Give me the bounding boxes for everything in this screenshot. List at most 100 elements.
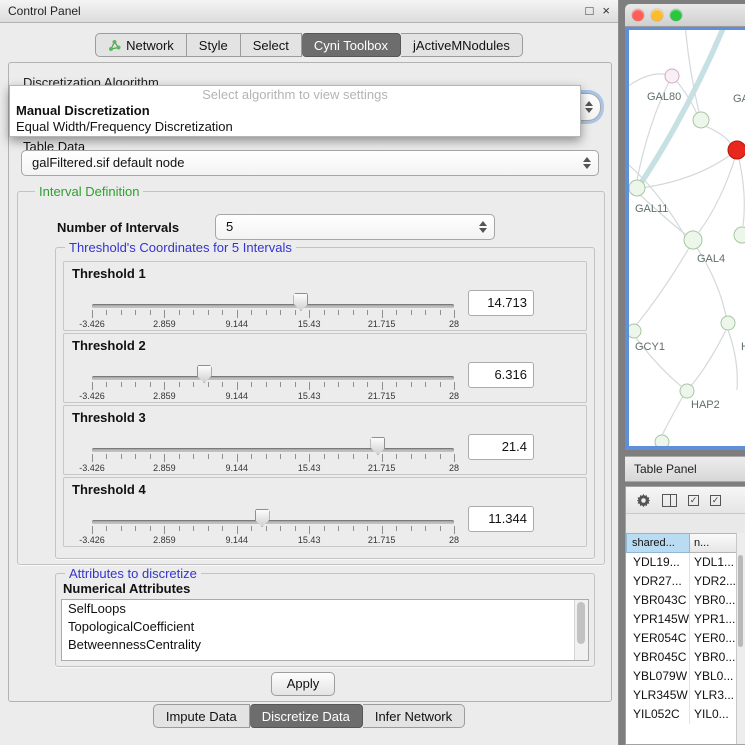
- table-cell-name[interactable]: YBR0...: [690, 591, 737, 610]
- table-cell-shared-name[interactable]: YIL052C: [626, 705, 690, 724]
- slider-thumb[interactable]: [197, 365, 212, 383]
- table-cell-shared-name[interactable]: YDR27...: [626, 572, 690, 591]
- slider-thumb[interactable]: [370, 437, 385, 455]
- table-row[interactable]: YIL052C YIL0...: [626, 705, 737, 724]
- column-visibility-icon[interactable]: [662, 494, 677, 507]
- table-row[interactable]: YBR043C YBR0...: [626, 591, 737, 610]
- table-scrollbar[interactable]: [736, 533, 745, 744]
- network-node[interactable]: [721, 316, 735, 330]
- tab-select[interactable]: Select: [241, 33, 302, 57]
- algorithm-dropdown-list: Select algorithm to view settings Manual…: [9, 85, 581, 137]
- table-data-combobox[interactable]: galFiltered.sif default node: [21, 150, 599, 176]
- threshold-slider[interactable]: -3.4262.8599.14415.4321.71528: [92, 506, 454, 546]
- attribute-item-betweennesscentrality[interactable]: BetweennessCentrality: [62, 636, 588, 654]
- select-checkbox-icon[interactable]: ✓: [710, 495, 721, 506]
- column-header-shared-name[interactable]: shared...: [626, 533, 690, 553]
- tab-discretize-data[interactable]: Discretize Data: [250, 704, 363, 728]
- threshold-value-field[interactable]: 11.344: [468, 506, 534, 532]
- table-cell-name[interactable]: YER0...: [690, 629, 737, 648]
- slider-tick-label: 21.715: [368, 535, 396, 545]
- table-row[interactable]: YER054C YER0...: [626, 629, 737, 648]
- attribute-item-topologicalcoefficient[interactable]: TopologicalCoefficient: [62, 618, 588, 636]
- table-row[interactable]: YBR045C YBR0...: [626, 648, 737, 667]
- table-cell-name[interactable]: YDL1...: [690, 553, 737, 572]
- slider-track[interactable]: [92, 448, 454, 452]
- thresholds-group-title: Threshold's Coordinates for 5 Intervals: [65, 240, 296, 255]
- slider-track[interactable]: [92, 376, 454, 380]
- threshold-value-field[interactable]: 14.713: [468, 290, 534, 316]
- tab-infer-network[interactable]: Infer Network: [363, 704, 465, 728]
- network-node[interactable]: [684, 231, 702, 249]
- threshold-group: Threshold 4 -3.4262.8599.14415.4321.7152…: [63, 477, 587, 547]
- network-node[interactable]: [629, 324, 641, 338]
- threshold-value-field[interactable]: 6.316: [468, 362, 534, 388]
- select-checkbox-icon[interactable]: ✓: [688, 495, 699, 506]
- network-node[interactable]: [665, 69, 679, 83]
- table-cell-name[interactable]: YIL0...: [690, 705, 737, 724]
- slider-scale-labels: -3.4262.8599.14415.4321.71528: [92, 535, 454, 546]
- network-node[interactable]: [734, 227, 745, 243]
- minimize-button[interactable]: [651, 9, 663, 21]
- table-cell-shared-name[interactable]: YBR043C: [626, 591, 690, 610]
- slider-tick: [92, 310, 93, 318]
- slider-thumb[interactable]: [293, 293, 308, 311]
- table-cell-shared-name[interactable]: YBL079W: [626, 667, 690, 686]
- float-window-button[interactable]: □: [586, 4, 594, 18]
- network-canvas[interactable]: GAL80GAL8GAL11GAL4GCY1HHAP2: [629, 30, 745, 446]
- network-node[interactable]: [693, 112, 709, 128]
- tab-network[interactable]: Network: [95, 33, 187, 57]
- tab-jactivemnodules[interactable]: jActiveMNodules: [401, 33, 523, 57]
- threshold-slider[interactable]: -3.4262.8599.14415.4321.71528: [92, 434, 454, 474]
- table-row[interactable]: YDR27... YDR2...: [626, 572, 737, 591]
- network-node[interactable]: [728, 141, 745, 159]
- slider-tick: [193, 526, 194, 531]
- attributes-scrollbar-thumb[interactable]: [577, 602, 585, 644]
- algorithm-option-equal-width-frequency-discretization[interactable]: Equal Width/Frequency Discretization: [10, 119, 580, 135]
- tab-style[interactable]: Style: [187, 33, 241, 57]
- number-of-intervals-combobox[interactable]: 5: [215, 214, 495, 240]
- attributes-scrollbar[interactable]: [574, 600, 588, 660]
- threshold-slider[interactable]: -3.4262.8599.14415.4321.71528: [92, 362, 454, 402]
- settings-gear-icon[interactable]: [636, 493, 651, 508]
- apply-button[interactable]: Apply: [271, 672, 335, 696]
- slider-thumb[interactable]: [255, 509, 270, 527]
- threshold-slider[interactable]: -3.4262.8599.14415.4321.71528: [92, 290, 454, 330]
- slider-tick: [309, 310, 310, 318]
- slider-tick: [382, 382, 383, 390]
- slider-tick: [150, 382, 151, 387]
- tab-impute-data[interactable]: Impute Data: [153, 704, 250, 728]
- attribute-item-selfloops[interactable]: SelfLoops: [62, 600, 588, 618]
- network-edge: [739, 159, 744, 226]
- table-cell-shared-name[interactable]: YPR145W: [626, 610, 690, 629]
- table-row[interactable]: YPR145W YPR1...: [626, 610, 737, 629]
- algorithm-option-manual-discretization[interactable]: Manual Discretization: [10, 103, 580, 119]
- slider-track[interactable]: [92, 304, 454, 308]
- table-cell-shared-name[interactable]: YER054C: [626, 629, 690, 648]
- slider-tick: [251, 454, 252, 459]
- numerical-attributes-list[interactable]: SelfLoopsTopologicalCoefficientBetweenne…: [61, 599, 589, 661]
- slider-track[interactable]: [92, 520, 454, 524]
- table-cell-name[interactable]: YBR0...: [690, 648, 737, 667]
- table-row[interactable]: YLR345W YLR3...: [626, 686, 737, 705]
- table-cell-shared-name[interactable]: YLR345W: [626, 686, 690, 705]
- table-cell-name[interactable]: YPR1...: [690, 610, 737, 629]
- network-window-titlebar[interactable]: [625, 4, 745, 27]
- table-cell-shared-name[interactable]: YBR045C: [626, 648, 690, 667]
- network-node[interactable]: [629, 180, 645, 196]
- table-scrollbar-thumb[interactable]: [738, 555, 743, 647]
- close-button[interactable]: [632, 9, 644, 21]
- network-node[interactable]: [655, 435, 669, 446]
- network-node[interactable]: [680, 384, 694, 398]
- slider-tick: [92, 382, 93, 390]
- tab-cyni-toolbox[interactable]: Cyni Toolbox: [302, 33, 401, 57]
- threshold-value-field[interactable]: 21.4: [468, 434, 534, 460]
- column-header-name[interactable]: n...: [690, 533, 737, 553]
- table-cell-shared-name[interactable]: YDL19...: [626, 553, 690, 572]
- table-cell-name[interactable]: YBL0...: [690, 667, 737, 686]
- zoom-button[interactable]: [670, 9, 682, 21]
- close-window-button[interactable]: ×: [602, 4, 610, 18]
- table-cell-name[interactable]: YDR2...: [690, 572, 737, 591]
- table-row[interactable]: YDL19... YDL1...: [626, 553, 737, 572]
- table-row[interactable]: YBL079W YBL0...: [626, 667, 737, 686]
- table-cell-name[interactable]: YLR3...: [690, 686, 737, 705]
